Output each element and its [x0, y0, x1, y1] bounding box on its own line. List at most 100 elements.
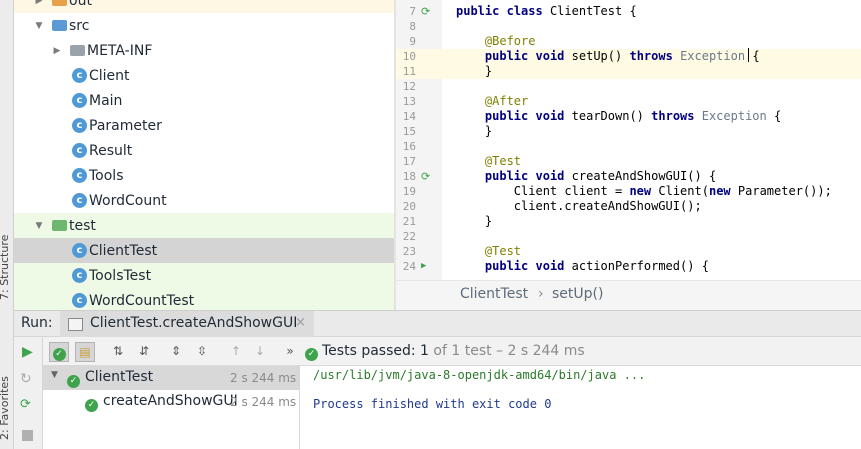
code-line: 11 }: [396, 64, 861, 79]
code-text: Client client = new Client(new Parameter…: [513, 184, 832, 198]
tree-item-label: Client: [89, 67, 130, 84]
expand-all-icon[interactable]: ⇕: [167, 342, 185, 360]
collapse-all-icon[interactable]: ⇳: [193, 342, 211, 360]
code-line: 20 client.createAndShowGUI();: [396, 199, 861, 214]
close-tab-icon[interactable]: ×: [295, 315, 306, 330]
test-class-icon: c: [72, 243, 87, 258]
folder-icon: [70, 45, 85, 56]
suite-passed-icon: ✓: [67, 371, 80, 388]
sort-alphabetically-icon[interactable]: ⇅: [109, 342, 127, 360]
tree-item-label: test: [69, 217, 96, 234]
code-line: 10 public void setUp() throws Exception …: [396, 49, 861, 64]
run-label: Run:: [21, 315, 53, 331]
test-row-suite[interactable]: ▼ ✓ ClientTest 2 s 244 ms: [43, 366, 299, 390]
line-number: 8: [409, 20, 416, 33]
code-text: public void setUp() throws Exception {: [484, 49, 760, 63]
tree-item[interactable]: c Parameter: [14, 113, 394, 138]
stop-icon[interactable]: [22, 430, 33, 441]
run-test-gutter-icon[interactable]: ⟳: [421, 169, 430, 184]
runnable-class-icon: c: [72, 93, 87, 108]
tree-item[interactable]: ▶ out: [14, 0, 394, 13]
code-line: 15 }: [396, 124, 861, 139]
code-line: 18 ⟳ public void createAndShowGUI() {: [396, 169, 861, 184]
console-output[interactable]: /usr/lib/jvm/java-8-openjdk-amd64/bin/ja…: [300, 366, 861, 449]
breadcrumb-separator: ›: [538, 286, 544, 302]
run-tab-label: ClientTest.createAndShowGUI: [90, 315, 298, 331]
favorites-tool-tab[interactable]: 2: Favorites: [0, 376, 11, 440]
test-status: Tests passed: 1 of 1 test – 2 s 244 ms: [322, 343, 585, 359]
rerun-icon[interactable]: ▶: [22, 344, 33, 360]
show-ignored-icon[interactable]: ▤: [75, 342, 95, 362]
chevron-down-icon[interactable]: ▼: [34, 21, 44, 31]
console-exit-message: Process finished with exit code 0: [313, 397, 552, 411]
code-text: }: [484, 214, 493, 228]
method-time: 2 s 244 ms: [230, 395, 297, 409]
code-text: @Test: [484, 154, 522, 168]
method-label: createAndShowGUI: [103, 393, 238, 409]
line-number: 21: [402, 215, 416, 228]
code-line: 13 @After: [396, 94, 861, 109]
class-icon: c: [72, 168, 87, 183]
tree-item[interactable]: c Main: [14, 88, 394, 113]
test-row-method[interactable]: ✓ createAndShowGUI 2 s 244 ms: [43, 390, 299, 414]
tree-item[interactable]: c WordCountTest: [14, 288, 394, 310]
chevron-down-icon[interactable]: ▼: [51, 370, 58, 380]
status-prefix: Tests passed:: [322, 343, 416, 359]
line-number: 12: [402, 80, 416, 93]
code-line: 9 @Before: [396, 34, 861, 49]
show-passed-icon[interactable]: ✓: [49, 342, 69, 362]
run-test-gutter-icon[interactable]: ▶: [421, 259, 426, 274]
run-test-gutter-icon[interactable]: ⟳: [421, 4, 430, 19]
tree-item[interactable]: c Result: [14, 138, 394, 163]
breadcrumb-class[interactable]: ClientTest: [460, 286, 528, 302]
tree-item-label: WordCount: [89, 192, 167, 209]
code-text: public void createAndShowGUI() {: [484, 169, 717, 183]
tree-item[interactable]: c Tools: [14, 163, 394, 188]
code-text: public void actionPerformed() {: [484, 259, 709, 273]
tree-item-label: Result: [89, 142, 133, 159]
chevron-down-icon[interactable]: ▼: [34, 221, 44, 231]
tree-item-label: out: [69, 0, 92, 9]
breadcrumb-method[interactable]: setUp(): [552, 286, 603, 302]
folder-icon: [52, 0, 67, 6]
more-actions-icon[interactable]: »: [281, 342, 299, 360]
status-rest: of 1 test – 2 s 244 ms: [433, 343, 585, 359]
toggle-auto-test-icon[interactable]: ⟳: [20, 397, 31, 412]
tree-item[interactable]: ▶ META-INF: [14, 38, 394, 63]
class-icon: c: [72, 118, 87, 133]
class-icon: c: [72, 193, 87, 208]
next-failed-icon[interactable]: ↓: [251, 342, 269, 360]
chevron-right-icon[interactable]: ▶: [52, 46, 62, 56]
method-passed-icon: ✓: [85, 395, 98, 412]
suite-label: ClientTest: [85, 369, 154, 385]
project-tree: ▶ out ▼ src ▶ META-INF c Client c Main c Parameter c…: [14, 0, 394, 310]
code-text: }: [484, 64, 493, 78]
rerun-failed-icon[interactable]: ↻: [20, 371, 32, 387]
sort-by-duration-icon[interactable]: ⇵: [135, 342, 153, 360]
code-line: 16: [396, 139, 861, 154]
chevron-right-icon[interactable]: ▶: [34, 0, 44, 6]
line-number: 24: [402, 260, 416, 273]
code-text: }: [484, 124, 493, 138]
test-results-tree: ▼ ✓ ClientTest 2 s 244 ms ✓ createAndSho…: [43, 366, 300, 449]
tree-item[interactable]: c ClientTest: [14, 238, 394, 263]
tree-item-label: Parameter: [89, 117, 162, 134]
code-line: 21 }: [396, 214, 861, 229]
tree-item[interactable]: ▼ test: [14, 213, 394, 238]
tree-item[interactable]: c Client: [14, 63, 394, 88]
tree-item[interactable]: c ToolsTest: [14, 263, 394, 288]
code-line: 12: [396, 79, 861, 94]
run-side-toolbar: ▶ ↻ ⟳: [14, 337, 43, 449]
status-passed-count: 1: [420, 343, 429, 359]
test-class-icon: c: [72, 268, 87, 283]
previous-failed-icon[interactable]: ↑: [227, 342, 245, 360]
console-command: /usr/lib/jvm/java-8-openjdk-amd64/bin/ja…: [313, 368, 646, 382]
code-text: @After: [484, 94, 529, 108]
code-editor[interactable]: 7 ⟳ public class ClientTest {8 9 @Before 10 …: [396, 0, 861, 280]
code-text: public class ClientTest {: [456, 4, 637, 18]
code-text: @Test: [484, 244, 522, 258]
tree-item[interactable]: c WordCount: [14, 188, 394, 213]
run-config-tab[interactable]: ClientTest.createAndShowGUI ×: [60, 311, 314, 337]
tree-item[interactable]: ▼ src: [14, 13, 394, 38]
structure-tool-tab[interactable]: 7: Structure: [0, 235, 11, 300]
